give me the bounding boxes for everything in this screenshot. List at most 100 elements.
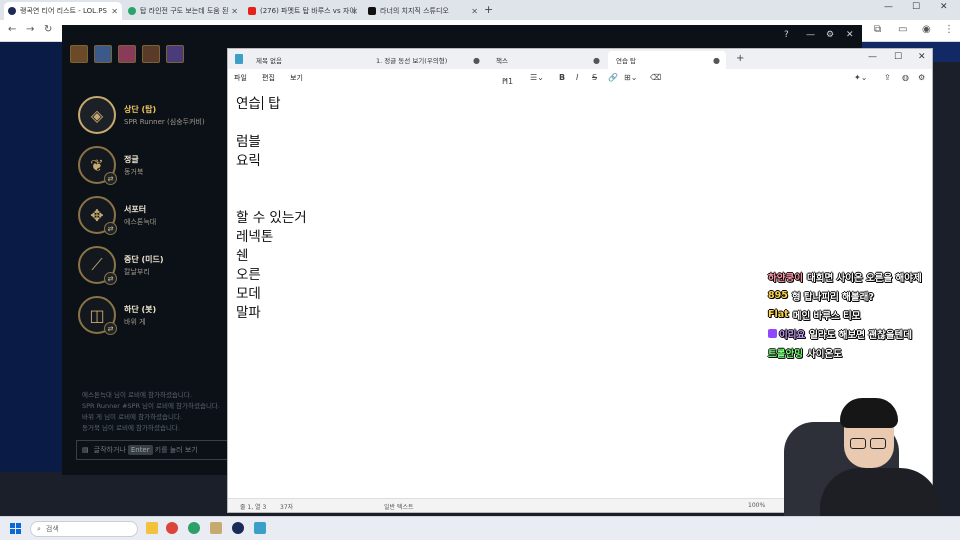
reload-icon[interactable]: ↻ (44, 24, 52, 35)
menu-dots-icon[interactable]: ⋮ (944, 24, 954, 35)
strikethrough-icon[interactable]: S (592, 73, 597, 82)
menu-view[interactable]: 보기 (290, 73, 303, 83)
lobby-role-list: ◈ 상단 (탑) SPR Runner (심숭두커비) ❦ ⇄ 정글 동거북 ✥ ⇄ 서… (78, 90, 228, 340)
league-client-icon[interactable] (210, 522, 222, 534)
browser-tab-lolps[interactable]: 랭곡연 티어 리스트 - LOL.PS ✕ (4, 2, 122, 20)
role-slot-mid[interactable]: ⟋ ⇄ 중단 (미드) 칼날부리 (78, 240, 228, 290)
zoom-level[interactable]: 100% (748, 502, 765, 509)
champion-portrait[interactable] (118, 45, 136, 63)
close-window-icon[interactable]: ✕ (940, 2, 948, 12)
obs-icon[interactable] (188, 522, 200, 534)
cursor-position: 줄 1, 열 3 (240, 504, 267, 511)
bold-icon[interactable]: B (559, 73, 565, 82)
notepad-taskbar-icon[interactable] (254, 522, 266, 534)
text-line (236, 114, 307, 133)
forward-arrow-icon[interactable]: → (26, 24, 34, 35)
role-slot-top[interactable]: ◈ 상단 (탑) SPR Runner (심숭두커비) (78, 90, 228, 140)
role-slot-jungle[interactable]: ❦ ⇄ 정글 동거북 (78, 140, 228, 190)
share-icon[interactable]: ⇪ (884, 73, 891, 82)
unsaved-dot-icon[interactable]: ● (713, 56, 720, 65)
search-icon: ⌕ (37, 524, 41, 533)
notepad-close-icon[interactable]: ✕ (918, 52, 926, 62)
close-tab-icon[interactable]: ✕ (351, 7, 358, 16)
table-icon[interactable]: ⊞⌄ (624, 73, 637, 82)
chat-log-line: 에스톤늑대 님이 로비에 참가하셨습니다. (82, 391, 192, 399)
notepad-tab-label: 책스 (496, 57, 508, 65)
swap-icon[interactable]: ⇄ (104, 272, 117, 285)
link-icon[interactable]: 🔗 (608, 73, 618, 82)
client-minimize-icon[interactable]: — (806, 30, 815, 40)
unsaved-dot-icon[interactable]: ● (593, 56, 600, 65)
notepad-tab-active[interactable]: 연습 탑 ● (608, 51, 726, 69)
taskbar-search-box[interactable]: ⌕ 검색 (30, 521, 138, 537)
text-line: 요릭 (236, 153, 261, 169)
client-close-icon[interactable]: ✕ (846, 30, 854, 40)
clear-format-icon[interactable]: ⌫ (650, 73, 661, 82)
chat-text: 사이온도 (806, 348, 842, 360)
account-icon[interactable]: ◍ (902, 73, 909, 82)
back-arrow-icon[interactable]: ← (8, 24, 16, 35)
windows-start-icon[interactable] (10, 523, 21, 534)
text-line-part: 탑 (263, 96, 281, 112)
minimize-window-icon[interactable]: — (884, 2, 893, 12)
new-tab-button[interactable]: + (484, 3, 493, 16)
desktop: 랭곡연 티어 리스트 - LOL.PS ✕ 탑 라인전 구도 보는데 도움 된 … (0, 0, 960, 540)
copilot-icon[interactable]: ✦⌄ (854, 73, 867, 82)
notepad-tab[interactable]: 1. 정글 동선 보기(우의형) ● (368, 51, 486, 69)
notepad-settings-icon[interactable]: ⚙ (918, 73, 925, 82)
swap-icon[interactable]: ⇄ (104, 222, 117, 235)
notepad-tab[interactable]: 제목 없음 (248, 51, 366, 69)
profile-icon[interactable]: ◉ (922, 24, 931, 35)
notepad-minimize-icon[interactable]: — (868, 52, 877, 62)
notepad-app-icon (235, 54, 243, 64)
notepad-tab-label: 1. 정글 동선 보기(우의형) (376, 57, 448, 65)
extension-icon[interactable]: ⧉ (874, 24, 881, 35)
champion-portrait[interactable] (166, 45, 184, 63)
file-explorer-icon[interactable] (146, 522, 158, 534)
page-side-panel (0, 42, 62, 472)
notepad-maximize-icon[interactable]: ☐ (894, 52, 902, 62)
role-name: 상단 (탑) (124, 104, 157, 114)
italic-icon[interactable]: I (576, 73, 578, 82)
chrome-icon[interactable] (166, 522, 178, 534)
unsaved-dot-icon[interactable]: ● (473, 56, 480, 65)
browser-tab-youtube[interactable]: (276) 파멧트 탑 바루스 vs 자이 ✕ (244, 2, 362, 20)
champion-portrait[interactable] (142, 45, 160, 63)
help-icon[interactable]: ? (784, 30, 789, 40)
browser-tab-studio[interactable]: 라너의 치지직 스튜디오 ✕ (364, 2, 482, 20)
menu-file[interactable]: 파일 (234, 73, 247, 83)
chat-username: 하얀쿵이 (768, 272, 803, 284)
chat-username: 895 (768, 290, 788, 301)
list-icon[interactable]: ☰⌄ (530, 73, 544, 82)
maximize-window-icon[interactable]: ☐ (912, 2, 920, 12)
swap-icon[interactable]: ⇄ (104, 172, 117, 185)
text-format[interactable]: 일반 텍스트 (384, 502, 414, 511)
text-line: 모데 (236, 286, 261, 302)
role-slot-support[interactable]: ✥ ⇄ 서포터 에스톤늑대 (78, 190, 228, 240)
heading-dropdown[interactable]: H1 ⌄ (502, 73, 513, 86)
close-tab-icon[interactable]: ✕ (471, 7, 478, 16)
champion-portrait[interactable] (70, 45, 88, 63)
notepad-tab[interactable]: 책스 ● (488, 51, 606, 69)
text-line: 말파 (236, 305, 261, 321)
notepad-new-tab-button[interactable]: + (736, 53, 744, 64)
streamer-hair (840, 398, 898, 428)
close-tab-icon[interactable]: ✕ (231, 7, 238, 16)
client-settings-icon[interactable]: ⚙ (826, 30, 834, 40)
notepad-text-area[interactable]: 연습 탑 럼블 요릭 할 수 있는거 레넥톤 쉔 오른 모데 말파 (236, 95, 307, 323)
riot-client-icon[interactable] (232, 522, 244, 534)
browser-tab-guide[interactable]: 탑 라인전 구도 보는데 도움 된 ✕ (124, 2, 242, 20)
chat-favicon-icon (128, 7, 136, 15)
chat-message: 트롤안밍 사이온도 (768, 343, 922, 362)
lobby-chat-input[interactable]: ▤ 글작하거나 Enter 키를 눌러 보기 (76, 440, 232, 460)
role-name: 정글 (124, 154, 139, 164)
champion-portrait[interactable] (94, 45, 112, 63)
webcam-overlay (770, 392, 960, 516)
role-slot-bot[interactable]: ◫ ⇄ 하단 (봇) 바위 게 (78, 290, 228, 340)
heading-style-value: H1 (502, 77, 514, 86)
menu-edit[interactable]: 편집 (262, 73, 275, 83)
text-line-part: 연습 (236, 96, 261, 112)
swap-icon[interactable]: ⇄ (104, 322, 117, 335)
sidepanel-icon[interactable]: ▭ (898, 24, 907, 35)
close-tab-icon[interactable]: ✕ (111, 7, 118, 16)
